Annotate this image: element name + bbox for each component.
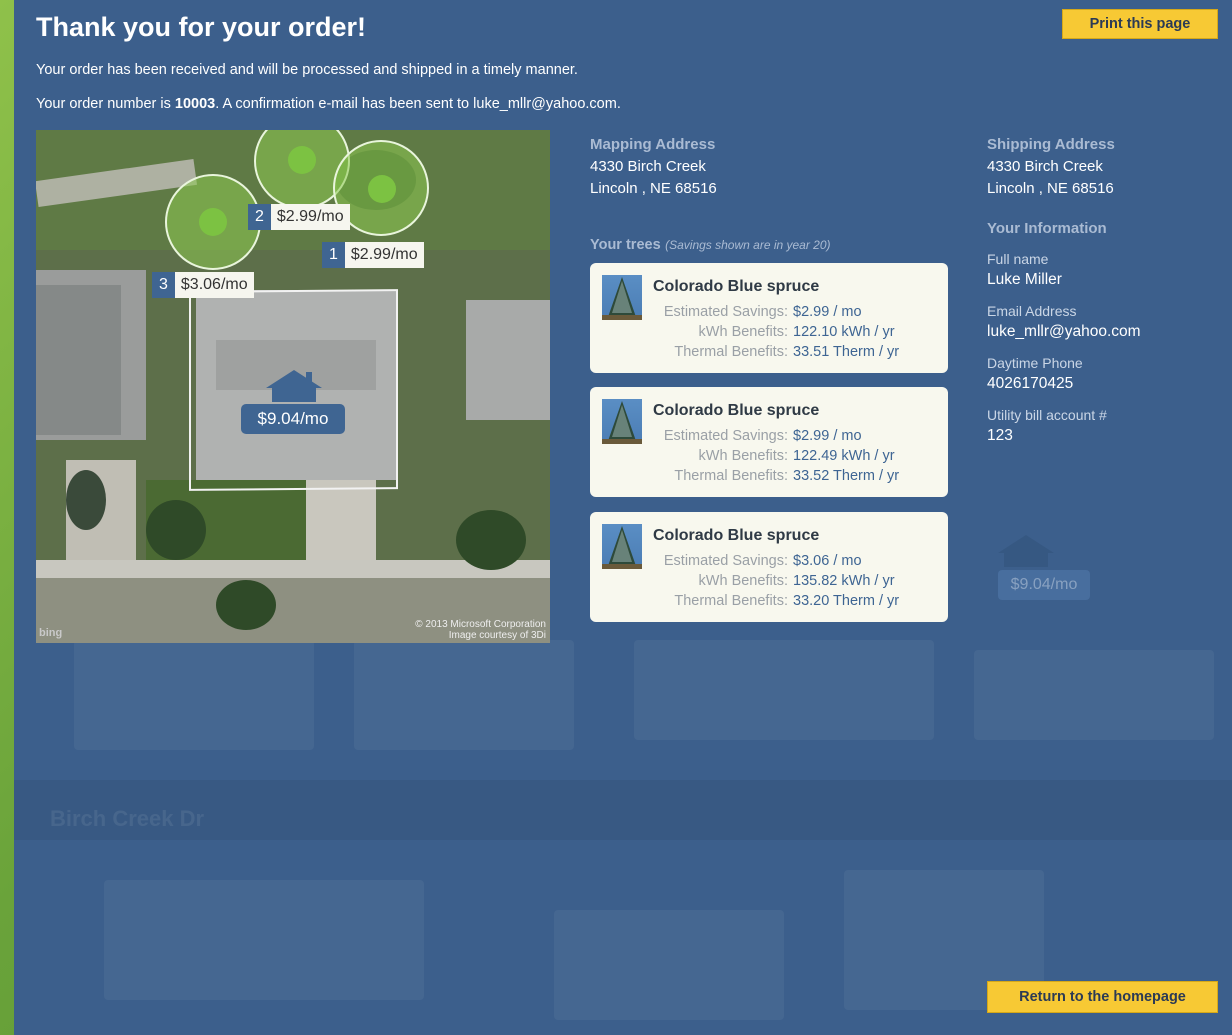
phone-label: Daytime Phone [987,355,1083,371]
bg-house-icon [998,535,1054,567]
map-roof [466,300,550,420]
savings-value: $2.99 / mo [793,304,862,320]
thermal-label: Thermal Benefits: [674,344,788,360]
tree-number: 2 [248,204,271,230]
mapping-address: Mapping Address 4330 Birch Creek Lincoln… [590,134,717,200]
shipping-address-street: 4330 Birch Creek [987,158,1103,175]
fullname-label: Full name [987,251,1049,267]
tree-amount: $2.99/mo [270,204,350,230]
bg-house-shape [104,880,424,1000]
kwh-value: 122.49 kWh / yr [793,448,895,464]
your-information-label: Your Information [987,220,1107,237]
shipping-address: Shipping Address 4330 Birch Creek Lincol… [987,134,1115,200]
email-value: luke_mllr@yahoo.com [987,323,1141,340]
shipping-address-city: Lincoln , NE 68516 [987,180,1114,197]
tree-thumbnail [602,275,642,320]
savings-label: Estimated Savings: [663,553,788,569]
aerial-map[interactable]: 2 $2.99/mo 1 $2.99/mo 3 $3.06/mo $9.04/m… [36,130,550,643]
email-label: Email Address [987,303,1077,319]
tree-number: 3 [152,272,175,298]
map-credit-line1: © 2013 Microsoft Corporation [415,619,546,630]
tree-benefits: Estimated Savings: $2.99 / mo kWh Benefit… [653,302,899,362]
tree-thumbnail [602,399,642,444]
map-credit-line2: Image courtesy of 3Di [448,630,546,641]
bg-house-shape [634,640,934,740]
kwh-label: kWh Benefits: [698,324,788,340]
tree-marker-dot[interactable] [199,208,227,236]
bg-house-shape [74,640,314,750]
tree-card: Colorado Blue spruce Estimated Savings: $… [590,263,948,373]
thermal-label: Thermal Benefits: [674,468,788,484]
map-tree [456,510,526,570]
thermal-value: 33.52 Therm / yr [793,468,900,484]
map-driveway [306,480,376,560]
tree-benefits: Estimated Savings: $2.99 / mo kWh Benefit… [653,426,899,486]
map-roof [36,285,121,435]
bg-house-shape [554,910,784,1020]
your-trees-heading: Your trees (Savings shown are in year 20… [590,236,831,254]
print-page-button[interactable]: Print this page [1062,9,1218,39]
your-trees-note: (Savings shown are in year 20) [665,238,831,252]
tree-marker-dot[interactable] [368,175,396,203]
savings-label: Estimated Savings: [663,428,788,444]
shipping-address-label: Shipping Address [987,136,1115,153]
mapping-address-street: 4330 Birch Creek [590,158,706,175]
order-number-text: Your order number is 10003. A confirmati… [36,96,621,112]
thermal-value: 33.51 Therm / yr [793,344,900,360]
thermal-label: Thermal Benefits: [674,593,788,609]
fullname-value: Luke Miller [987,271,1062,288]
order-number-prefix: Your order number is [36,96,175,112]
spruce-icon [602,526,642,569]
tree-amount: $2.99/mo [344,242,424,268]
kwh-label: kWh Benefits: [698,448,788,464]
thermal-value: 33.20 Therm / yr [793,593,900,609]
order-number-suffix: . A confirmation e-mail has been sent to… [215,96,621,112]
bg-house-shape [974,650,1214,740]
return-homepage-button[interactable]: Return to the homepage [987,981,1218,1013]
tree-name: Colorado Blue spruce [653,527,820,544]
tree-savings-tag[interactable]: 2 $2.99/mo [248,204,350,230]
bing-logo: bing [39,627,63,639]
tree-number: 1 [322,242,345,268]
page-title: Thank you for your order! [36,12,367,42]
tree-marker-dot[interactable] [288,146,316,174]
map-car [66,470,106,530]
your-information: Your Information Full name Luke Miller E… [987,220,1141,459]
savings-label: Estimated Savings: [663,304,788,320]
bg-house-shape [354,640,574,750]
savings-value: $3.06 / mo [793,553,862,569]
account-label: Utility bill account # [987,407,1107,423]
house-savings-pill: $9.04/mo [241,404,345,434]
tree-benefits: Estimated Savings: $3.06 / mo kWh Benefit… [653,551,899,611]
tree-savings-tag[interactable]: 3 $3.06/mo [152,272,254,298]
spruce-icon [602,277,642,320]
kwh-label: kWh Benefits: [698,573,788,589]
account-value: 123 [987,427,1013,444]
map-credit: © 2013 Microsoft Corporation Image court… [415,619,546,641]
savings-value: $2.99 / mo [793,428,862,444]
tree-thumbnail [602,524,642,569]
map-tree [146,500,206,560]
tree-amount: $3.06/mo [174,272,254,298]
mapping-address-label: Mapping Address [590,136,716,153]
tree-name: Colorado Blue spruce [653,402,820,419]
map-tree [216,580,276,630]
kwh-value: 135.82 kWh / yr [793,573,895,589]
spruce-icon [602,401,642,444]
phone-value: 4026170425 [987,375,1074,392]
tree-card: Colorado Blue spruce Estimated Savings: $… [590,387,948,497]
tree-card: Colorado Blue spruce Estimated Savings: $… [590,512,948,622]
your-trees-title: Your trees [590,237,661,253]
bg-street-label: Birch Creek Dr [50,806,205,831]
kwh-value: 122.10 kWh / yr [793,324,895,340]
tree-savings-tag[interactable]: 1 $2.99/mo [322,242,424,268]
order-number: 10003 [174,96,216,112]
order-received-text: Your order has been received and will be… [36,62,578,78]
house-icon [266,370,322,402]
bg-house-savings: $9.04/mo [998,570,1090,600]
order-confirmation-panel: Birch Creek Dr Thank you for your order!… [14,0,1232,1035]
mapping-address-city: Lincoln , NE 68516 [590,180,717,197]
tree-name: Colorado Blue spruce [653,278,820,295]
